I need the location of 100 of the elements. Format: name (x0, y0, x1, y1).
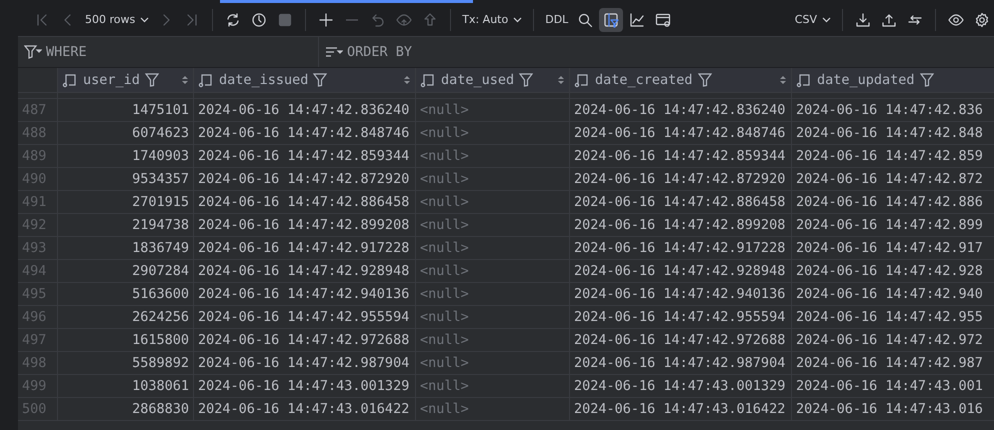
sort-icon[interactable] (403, 74, 411, 86)
table-cell: 2024-06-16 14:47:43.001329 (570, 375, 792, 398)
eye-icon (948, 12, 964, 28)
table-cell: 2868830 (58, 398, 194, 421)
table-cell: 2024-06-16 14:47:42.836240 (570, 99, 792, 122)
filter-icon (24, 45, 42, 59)
sort-icon[interactable] (557, 74, 565, 86)
upload-icon (881, 12, 897, 28)
table-cell: 5163600 (58, 283, 194, 306)
filter-icon[interactable] (313, 73, 328, 87)
download-icon (855, 12, 871, 28)
add-icon (318, 12, 334, 28)
table-cell: 2024-06-16 14:47:42.859 (792, 145, 994, 168)
table-cell: 2024-06-16 14:47:42.848746 (570, 122, 792, 145)
null-cell: <null> (416, 145, 570, 168)
column-icon (574, 72, 590, 88)
table-cell: 2024-06-16 14:47:42.899 (792, 214, 994, 237)
table-cell: 2024-06-16 14:47:42.872920 (194, 168, 416, 191)
table-cell: 1475101 (58, 99, 194, 122)
settings-icon (974, 12, 990, 28)
table-cell: 2024-06-16 14:47:42.955 (792, 306, 994, 329)
table-cell: 1740903 (58, 145, 194, 168)
column-icon (62, 72, 78, 88)
null-cell: <null> (416, 306, 570, 329)
table-filter-button[interactable] (599, 8, 624, 32)
table-cell: 2024-06-16 14:47:42.859344 (194, 145, 416, 168)
dropdown-button[interactable]: 500 rows (82, 8, 152, 32)
filter-icon[interactable] (920, 73, 934, 87)
table-cell: 9534357 (58, 168, 194, 191)
table-cell: 2024-06-16 14:47:43.016422 (194, 398, 416, 421)
table-cell: 2024-06-16 14:47:42.972 (792, 329, 994, 352)
table-cell: 2024-06-16 14:47:42.987904 (570, 352, 792, 375)
column-header[interactable]: date_created (570, 68, 792, 93)
submit-arrow-icon (422, 12, 438, 28)
caret-icon (822, 16, 831, 22)
null-cell: <null> (416, 99, 570, 122)
table-cell: 2024-06-16 14:47:42.972688 (194, 329, 416, 352)
dropdown-button[interactable]: CSV (792, 8, 834, 32)
column-icon (198, 72, 214, 88)
order-by-field[interactable]: ORDER BY (347, 38, 994, 66)
table-cell: 2024-06-16 14:47:42.972688 (570, 329, 792, 352)
column-header[interactable]: date_issued (194, 68, 416, 93)
column-header[interactable]: date_updated (792, 68, 994, 93)
sort-icon[interactable] (779, 74, 787, 86)
column-header[interactable]: date_used (416, 68, 570, 93)
table-cell: 2024-06-16 14:47:42.928 (792, 260, 994, 283)
table-cell: 2024-06-16 14:47:42.928948 (194, 260, 416, 283)
column-icon (796, 72, 812, 88)
null-cell: <null> (416, 214, 570, 237)
table-cell: 2024-06-16 14:47:42.955594 (194, 306, 416, 329)
table-cell: 2024-06-16 14:47:42.848746 (194, 122, 416, 145)
sort-icon[interactable] (181, 74, 189, 86)
table-cell: 2024-06-16 14:47:43.001329 (194, 375, 416, 398)
table-cell: 1615800 (58, 329, 194, 352)
stop-icon (277, 12, 294, 28)
table-cell: 2024-06-16 14:47:42.886458 (570, 191, 792, 214)
sort-lines-icon (325, 45, 343, 59)
table-cell: 2024-06-16 14:47:42.987 (792, 352, 994, 375)
filter-icon[interactable] (519, 73, 534, 87)
table-filter-icon (603, 12, 620, 28)
table-cell: 2024-06-16 14:47:42.940136 (570, 283, 792, 306)
null-cell: <null> (416, 122, 570, 145)
dropdown-button[interactable]: Tx: Auto (459, 8, 526, 32)
filter-icon[interactable] (144, 73, 159, 87)
table-cell: 2024-06-16 14:47:42.899208 (194, 214, 416, 237)
table-cell: 2024-06-16 14:47:42.836 (792, 99, 994, 122)
table-cell: 2024-06-16 14:47:42.917228 (570, 237, 792, 260)
table-cell: 5589892 (58, 352, 194, 375)
filter-icon[interactable] (698, 73, 712, 87)
chart-icon (629, 12, 646, 28)
null-cell: <null> (416, 329, 570, 352)
table-cell: 2194738 (58, 214, 194, 237)
table-cell: 2624256 (58, 306, 194, 329)
table-cell: 2907284 (58, 260, 194, 283)
search-icon (577, 12, 594, 28)
ddl-button[interactable]: DDL (542, 8, 572, 32)
table-cell: 2024-06-16 14:47:42.940136 (194, 283, 416, 306)
table-cell: 2024-06-16 14:47:42.859344 (570, 145, 792, 168)
table-cell: 2024-06-16 14:47:43.016422 (570, 398, 792, 421)
table-cell: 2024-06-16 14:47:43.001 (792, 375, 994, 398)
null-cell: <null> (416, 375, 570, 398)
table-cell: 2024-06-16 14:47:42.886458 (194, 191, 416, 214)
table-cell: 2024-06-16 14:47:42.917 (792, 237, 994, 260)
table-cell: 2024-06-16 14:47:42.872920 (570, 168, 792, 191)
table-cell: 2024-06-16 14:47:43.016 (792, 398, 994, 421)
null-cell: <null> (416, 352, 570, 375)
null-cell: <null> (416, 260, 570, 283)
table-cell: 2701915 (58, 191, 194, 214)
table-cell: 2024-06-16 14:47:42.987904 (194, 352, 416, 375)
window-eye-icon (655, 12, 672, 28)
caret-icon (513, 16, 522, 22)
table-cell: 2024-06-16 14:47:42.886 (792, 191, 994, 214)
table-cell: 1836749 (58, 237, 194, 260)
column-header[interactable]: user_id (58, 68, 194, 93)
table-cell: 2024-06-16 14:47:42.899208 (570, 214, 792, 237)
table-cell: 2024-06-16 14:47:42.940 (792, 283, 994, 306)
table-cell: 2024-06-16 14:47:42.928948 (570, 260, 792, 283)
caret-icon (140, 16, 150, 22)
where-field[interactable]: WHERE (46, 38, 318, 66)
table-cell: 2024-06-16 14:47:42.848 (792, 122, 994, 145)
